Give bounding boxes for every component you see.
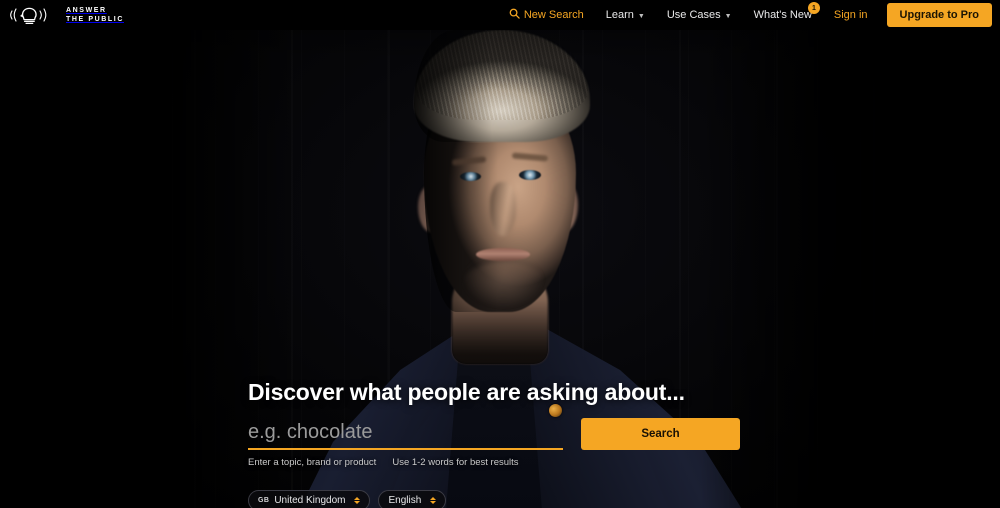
language-select[interactable]: English — [378, 490, 447, 508]
country-code-flag: GB — [258, 497, 270, 504]
nav-item-sign-in-label: Sign in — [833, 9, 868, 21]
photo-eye-right — [519, 170, 541, 180]
stepper-arrows-icon — [430, 497, 437, 504]
locale-selectors: GB United Kingdom English — [248, 490, 988, 508]
top-navigation-bar: ANSWER THE PUBLIC New Search Learn ▼ Use … — [0, 0, 1000, 30]
photo-chin — [462, 262, 546, 308]
country-select-label: United Kingdom — [274, 495, 346, 506]
search-row: Enter a topic, brand or product Use 1-2 … — [248, 418, 988, 468]
search-field-wrapper: Enter a topic, brand or product Use 1-2 … — [248, 420, 563, 468]
primary-nav: New Search Learn ▼ Use Cases ▼ What's Ne… — [498, 0, 1000, 30]
nav-item-new-search-label: New Search — [523, 9, 584, 21]
photo-nose — [490, 182, 516, 236]
chevron-down-icon: ▼ — [637, 12, 645, 20]
language-select-label: English — [388, 495, 422, 506]
brand-logo-line2: THE PUBLIC — [66, 16, 124, 23]
nav-item-sign-in[interactable]: Sign in — [823, 0, 879, 30]
nav-item-whats-new-label: What's New — [753, 9, 812, 21]
lightbulb-head-soundwave-icon — [9, 3, 59, 27]
search-input[interactable] — [248, 420, 563, 450]
search-icon — [509, 8, 520, 22]
nav-item-new-search[interactable]: New Search — [498, 0, 595, 30]
page-title: Discover what people are asking about... — [248, 379, 685, 405]
country-select[interactable]: GB United Kingdom — [248, 490, 371, 508]
photo-mouth — [476, 248, 530, 261]
nav-item-whats-new[interactable]: What's New 1 — [743, 0, 823, 30]
search-hint-left: Enter a topic, brand or product — [248, 457, 377, 468]
upgrade-to-pro-button[interactable]: Upgrade to Pro — [886, 3, 992, 27]
hero-section: Discover what people are asking about...… — [248, 378, 988, 508]
nav-item-learn-label: Learn — [605, 9, 634, 21]
notification-badge: 1 — [807, 2, 820, 14]
search-button[interactable]: Search — [581, 418, 740, 450]
chevron-down-icon: ▼ — [724, 12, 732, 20]
search-hints: Enter a topic, brand or product Use 1-2 … — [248, 457, 563, 468]
nav-item-learn[interactable]: Learn ▼ — [595, 0, 656, 30]
photo-hair-shadow — [414, 30, 492, 142]
photo-eye-left — [460, 172, 481, 181]
brand-logo-text: ANSWER THE PUBLIC — [66, 6, 124, 24]
search-hint-right: Use 1-2 words for best results — [392, 457, 519, 468]
nav-item-use-cases[interactable]: Use Cases ▼ — [656, 0, 743, 30]
brand-logo-line1: ANSWER — [66, 7, 107, 14]
nav-item-use-cases-label: Use Cases — [666, 9, 721, 21]
brand-logo[interactable]: ANSWER THE PUBLIC — [0, 3, 124, 27]
stepper-arrows-icon — [354, 497, 361, 504]
